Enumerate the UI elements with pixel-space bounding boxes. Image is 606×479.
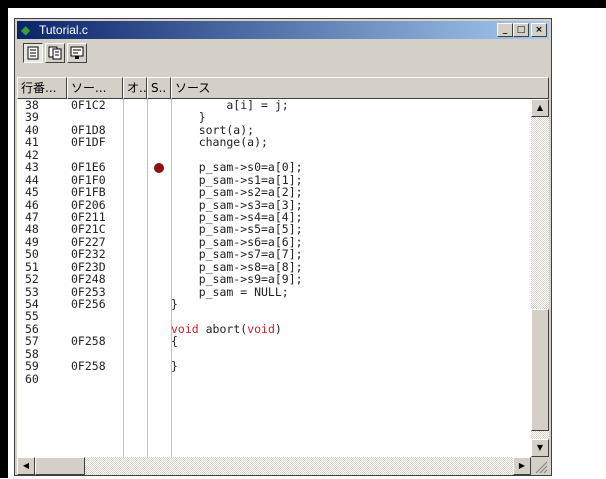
line-number: 60 xyxy=(25,371,39,386)
source-address: 0F258 xyxy=(71,359,106,374)
scroll-right-button[interactable]: ▶ xyxy=(513,457,531,475)
disassembly-view-button[interactable] xyxy=(45,43,65,63)
source-line[interactable] xyxy=(171,373,531,385)
source-line[interactable]: p_sam->s0=a[0]; xyxy=(171,161,531,174)
vertical-scroll-thumb[interactable] xyxy=(531,309,549,431)
source-address: 0F258 xyxy=(71,334,106,349)
mixed-mode-icon xyxy=(70,46,84,59)
window-title: Tutorial.c xyxy=(39,23,88,37)
line-number: 59 xyxy=(25,359,39,374)
source-address: 0F248 xyxy=(71,272,106,287)
resize-grip-icon xyxy=(535,461,548,474)
column-address[interactable]: ソー... xyxy=(67,77,123,99)
source-line[interactable]: p_sam->s7=a[7]; xyxy=(171,248,531,261)
source-line[interactable]: void abort(void) xyxy=(171,323,531,335)
maximize-button[interactable]: □ xyxy=(513,23,529,37)
column-source[interactable]: ソース xyxy=(171,77,549,99)
screen-border-top xyxy=(0,0,606,8)
column-line-number[interactable]: 行番... xyxy=(17,77,67,99)
source-address xyxy=(67,310,123,322)
source-line[interactable]: } xyxy=(171,298,531,311)
disassembly-icon xyxy=(48,46,62,60)
minimize-button[interactable]: _ xyxy=(497,23,513,37)
column-s[interactable]: S.. xyxy=(147,77,171,99)
screen-border-left xyxy=(0,0,8,478)
vertical-scrollbar[interactable]: ▲ ▼ xyxy=(531,99,549,457)
column-o[interactable]: オ.. xyxy=(123,77,147,99)
source-address: 0F1C2 xyxy=(71,99,106,112)
mixed-view-button[interactable] xyxy=(67,43,87,63)
source-line[interactable]: p_sam = NULL; xyxy=(171,285,531,298)
document-icon xyxy=(27,46,39,60)
source-address: 0F1DF xyxy=(71,135,106,150)
resize-grip[interactable] xyxy=(531,457,549,475)
source-line[interactable]: change(a); xyxy=(171,136,531,149)
source-line[interactable]: } xyxy=(171,111,531,124)
line-number: 57 xyxy=(25,334,39,349)
title-bar[interactable]: ◆ Tutorial.c _ □ × xyxy=(17,21,549,39)
toolbar xyxy=(17,41,549,67)
scroll-up-button[interactable]: ▲ xyxy=(531,99,549,117)
file-icon: ◆ xyxy=(21,23,31,37)
source-address: 0F256 xyxy=(71,297,106,311)
breakpoint-icon[interactable] xyxy=(154,162,164,173)
scroll-left-button[interactable]: ◀ xyxy=(17,457,35,475)
line-number: 50 xyxy=(25,247,39,262)
source-editor[interactable]: 38 39 40 41 42 43 44 45 46 47 48 49 50 51 52 53 54 55 56 57… xyxy=(17,99,531,457)
source-address xyxy=(67,373,123,385)
o-column[interactable] xyxy=(123,99,148,457)
close-button[interactable]: × xyxy=(531,23,547,37)
column-header: 行番... ソー... オ.. S.. ソース xyxy=(17,77,549,99)
source-address: 0F1FB xyxy=(71,185,106,200)
line-number: 48 xyxy=(25,222,39,237)
source-line[interactable]: { xyxy=(171,335,531,348)
source-column[interactable]: a[i] = j; } sort(a); change(a); p_sam->s… xyxy=(171,99,531,457)
line-number: 41 xyxy=(25,135,39,150)
line-number: 45 xyxy=(25,185,39,200)
source-line[interactable]: a[i] = j; xyxy=(171,99,531,111)
source-line[interactable]: p_sam->s9=a[9]; xyxy=(171,273,531,286)
source-address: 0F21C xyxy=(71,222,106,237)
source-window: ◆ Tutorial.c _ □ × 行番... ソー... オ.. S.. ソ… xyxy=(14,18,552,476)
source-line[interactable]: } xyxy=(171,360,531,373)
source-line[interactable] xyxy=(171,348,531,360)
source-line[interactable]: p_sam->s5=a[5]; xyxy=(171,223,531,236)
keyword: void xyxy=(247,321,275,336)
scroll-down-button[interactable]: ▼ xyxy=(531,439,549,457)
address-column: 0F1C2 0F1D8 0F1DF 0F1E6 0F1F0 0F1FB 0F206 0F211… xyxy=(67,99,124,457)
source-address: 0F1E6 xyxy=(71,160,106,175)
horizontal-scroll-thumb[interactable] xyxy=(35,457,85,475)
source-view-button[interactable] xyxy=(23,43,43,63)
horizontal-scrollbar[interactable]: ◀ ▶ xyxy=(17,457,531,475)
source-address: 0F232 xyxy=(71,247,106,262)
line-number: 52 xyxy=(25,272,39,287)
source-line[interactable]: p_sam->s2=a[2]; xyxy=(171,186,531,199)
s-column[interactable] xyxy=(147,99,172,457)
line-number-column: 38 39 40 41 42 43 44 45 46 47 48 49 50 51 52 53 54 55 56 57… xyxy=(17,99,67,457)
line-number: 55 xyxy=(25,309,39,324)
line-number: 39 xyxy=(25,110,39,125)
source-address xyxy=(67,111,123,123)
line-number: 43 xyxy=(25,160,39,175)
